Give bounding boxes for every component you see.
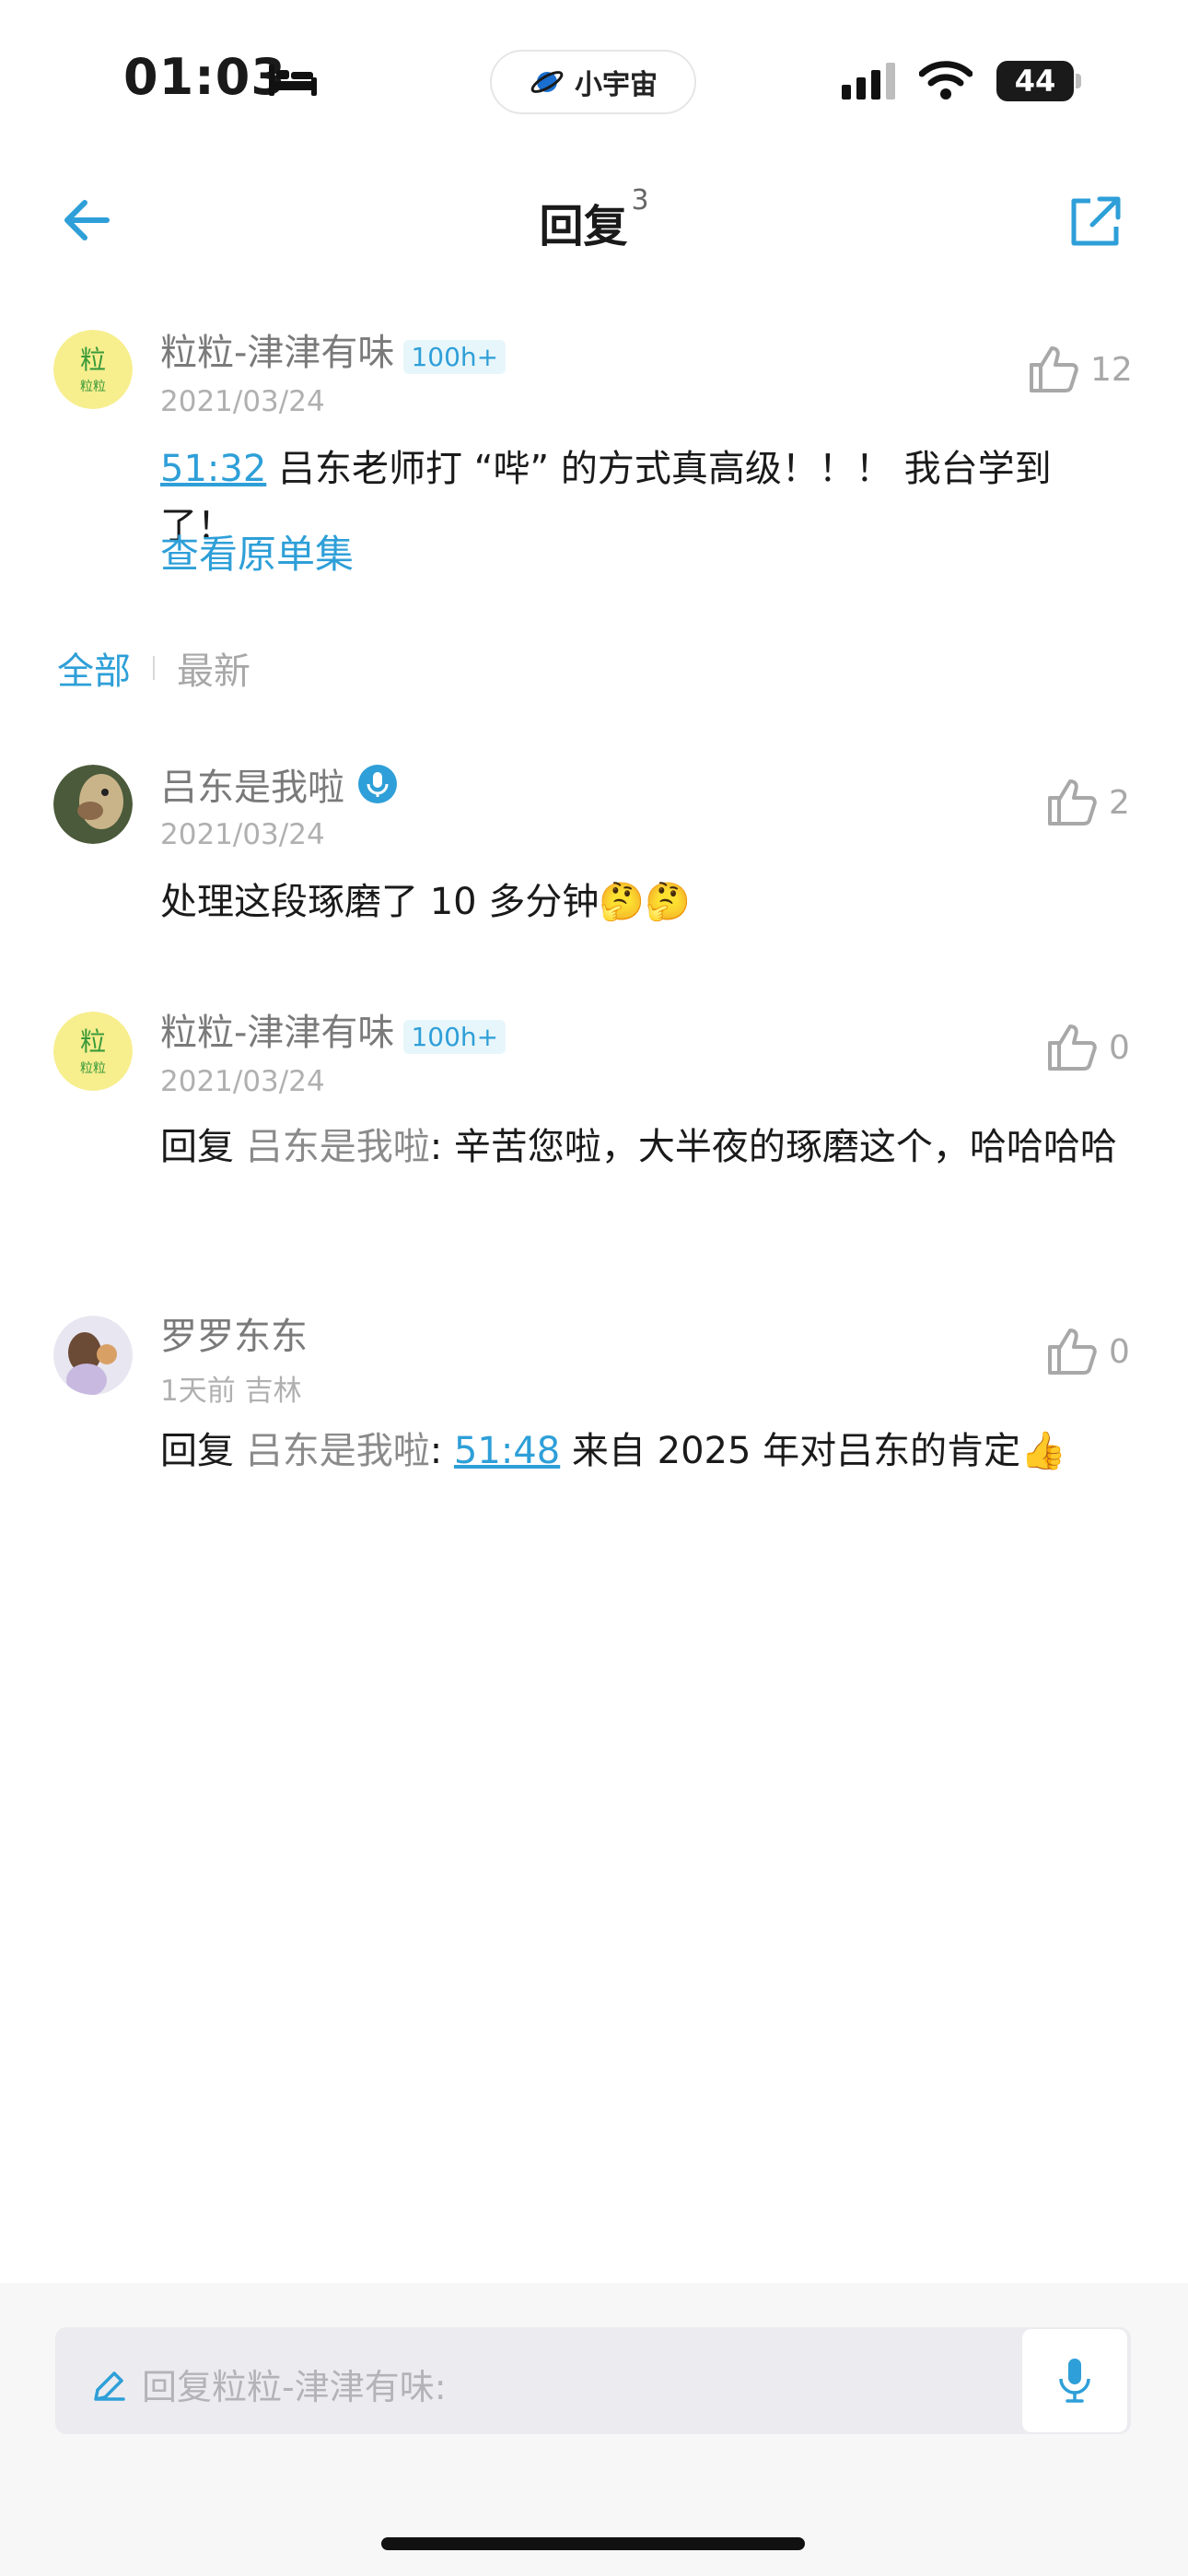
home-indicator[interactable]	[381, 2537, 805, 2550]
avatar[interactable]	[53, 765, 133, 844]
mic-badge-icon	[358, 765, 397, 803]
like-count: 2	[1109, 783, 1130, 822]
bed-icon	[269, 64, 317, 96]
comment-date-location: 1天前 吉林	[160, 1375, 302, 1408]
reply-header: 吕东是我啦	[160, 757, 398, 811]
avatar[interactable]	[53, 1316, 133, 1395]
svg-text:粒粒: 粒粒	[80, 1061, 106, 1076]
timestamp-link[interactable]: 51:48	[454, 1430, 560, 1472]
mention-separator: :	[429, 1430, 454, 1472]
tab-all[interactable]: 全部	[57, 641, 131, 695]
sort-tabs: 全部 最新	[57, 641, 250, 695]
author-name[interactable]: 吕东是我啦	[160, 757, 344, 811]
reply-prefix: 回复	[160, 1430, 246, 1472]
comment-text: 回复 吕东是我啦: 51:48 来自 2025 年对吕东的肯定👍	[160, 1423, 1118, 1480]
page-title: 回复3	[0, 184, 1188, 254]
avatar[interactable]: 粒 粒粒	[53, 330, 133, 409]
signal-icon	[842, 63, 895, 100]
reply-count: 3	[631, 184, 649, 217]
comment-date: 2021/03/24	[160, 1065, 325, 1098]
main-comment-header: 粒粒-津津有味 100h+	[160, 322, 507, 378]
comment-text: 回复 吕东是我啦: 辛苦您啦，大半夜的琢磨这个，哈哈哈哈	[160, 1118, 1118, 1176]
listen-badge: 100h+	[403, 340, 507, 374]
like-button[interactable]: 2	[1046, 778, 1130, 827]
tab-latest[interactable]: 最新	[177, 641, 250, 695]
status-time: 01:03	[123, 48, 286, 106]
comment-text: 处理这段琢磨了 10 多分钟🤔🤔	[160, 881, 691, 923]
battery-cap	[1076, 74, 1081, 88]
reply-header: 粒粒-津津有味 100h+	[160, 1002, 507, 1058]
timestamp-link[interactable]: 51:32	[160, 448, 266, 490]
reply-header: 罗罗东东	[160, 1306, 308, 1360]
wifi-icon	[919, 61, 973, 100]
avatar-image-lili: 粒 粒粒	[53, 1012, 133, 1091]
reply-prefix: 回复	[160, 1126, 246, 1168]
avatar-image-lili: 粒 粒粒	[53, 330, 133, 409]
svg-text:粒粒: 粒粒	[80, 380, 106, 394]
mention-link[interactable]: 吕东是我啦	[246, 1126, 430, 1168]
reply-input-placeholder: 回复粒粒-津津有味:	[142, 2367, 447, 2407]
planet-icon	[530, 71, 564, 93]
tab-divider	[153, 656, 155, 680]
avatar[interactable]: 粒 粒粒	[53, 1012, 133, 1091]
like-button[interactable]: 12	[1028, 345, 1133, 394]
app-pill[interactable]: 小宇宙	[490, 50, 696, 114]
author-name[interactable]: 罗罗东东	[160, 1316, 308, 1358]
like-count: 0	[1109, 1028, 1130, 1067]
mention-link[interactable]: 吕东是我啦	[246, 1430, 430, 1472]
author-name[interactable]: 粒粒-津津有味	[160, 1012, 394, 1054]
battery-indicator: 44	[996, 61, 1074, 101]
pencil-icon	[94, 2371, 125, 2401]
like-button[interactable]: 0	[1046, 1327, 1130, 1376]
author-name[interactable]: 粒粒-津津有味	[160, 332, 394, 374]
svg-text:粒: 粒	[80, 1026, 106, 1057]
comment-date: 2021/03/24	[160, 818, 325, 851]
thumbs-up-icon	[1048, 1329, 1097, 1375]
comment-body: : 辛苦您啦，大半夜的琢磨这个，哈哈哈哈	[429, 1126, 1117, 1168]
app-pill-label: 小宇宙	[575, 69, 658, 101]
comment-date: 2021/03/24	[160, 385, 325, 418]
like-count: 0	[1109, 1332, 1130, 1371]
avatar-image-lvdong	[53, 765, 133, 844]
thumbs-up-icon	[1048, 779, 1097, 825]
page-title-text: 回复	[539, 201, 628, 252]
comment-body: 来自 2025 年对吕东的肯定👍	[560, 1430, 1066, 1472]
thumbs-up-icon	[1030, 346, 1078, 392]
like-count: 12	[1090, 350, 1133, 389]
svg-text:粒: 粒	[80, 345, 106, 375]
view-original-episode-link[interactable]: 查看原单集	[160, 523, 354, 580]
share-icon[interactable]	[1066, 193, 1124, 251]
mic-icon	[1059, 2359, 1090, 2403]
avatar-image-luoluo	[53, 1316, 133, 1395]
like-button[interactable]: 0	[1046, 1023, 1130, 1072]
thumbs-up-icon	[1048, 1025, 1097, 1071]
voice-reply-button[interactable]	[1022, 2329, 1127, 2432]
listen-badge: 100h+	[403, 1020, 507, 1054]
